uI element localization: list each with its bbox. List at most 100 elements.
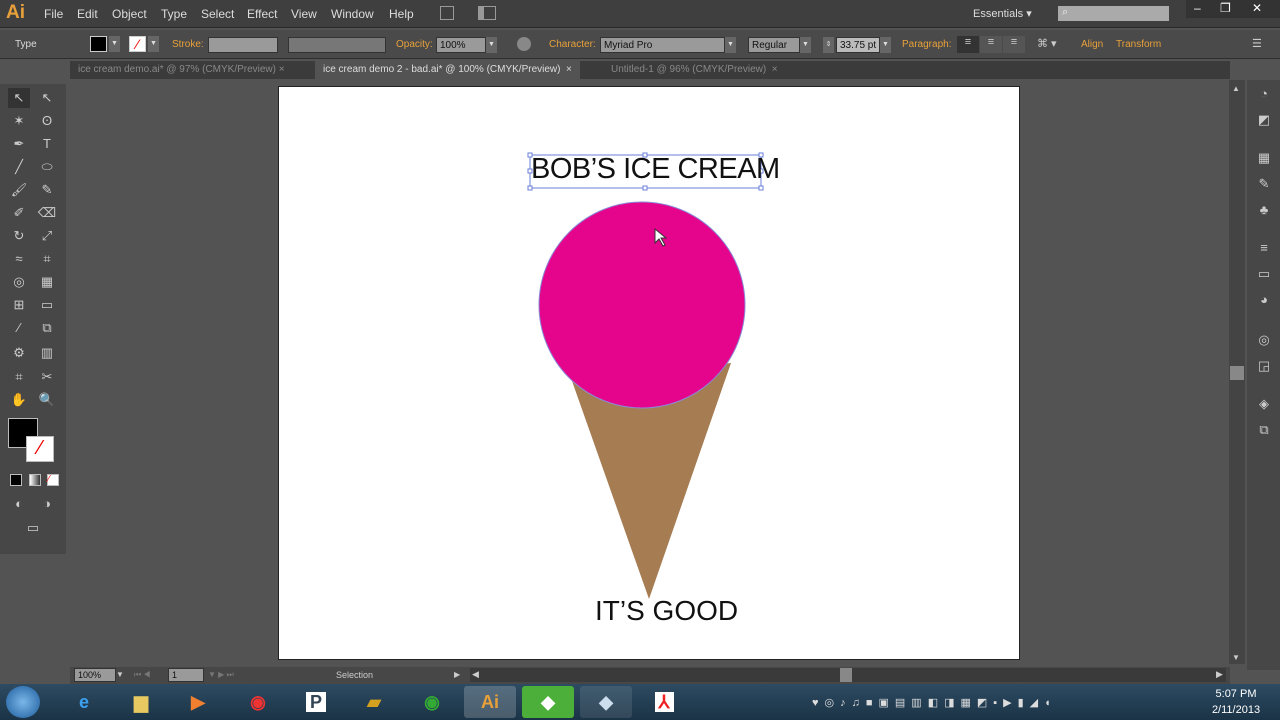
character-label[interactable]: Character: bbox=[549, 39, 596, 50]
line-tool-icon[interactable]: ╱ bbox=[8, 157, 30, 177]
menu-type[interactable]: Type bbox=[161, 7, 187, 21]
tab-ice-cream-demo[interactable]: ice cream demo.ai* @ 97% (CMYK/Preview) … bbox=[70, 61, 293, 79]
font-style-dropdown[interactable]: ▼ bbox=[800, 37, 811, 53]
close-tab-icon[interactable]: × bbox=[279, 64, 285, 75]
opacity-field[interactable]: 100% bbox=[436, 37, 486, 53]
column-graph-tool-icon[interactable]: ▥ bbox=[36, 343, 58, 363]
color-mode-button[interactable] bbox=[10, 474, 22, 486]
pencil-tool-icon[interactable]: ✎ bbox=[36, 180, 58, 200]
zoom-field[interactable]: 100% bbox=[74, 668, 116, 682]
menu-help[interactable]: Help bbox=[389, 7, 414, 21]
type-tool-icon[interactable]: T bbox=[36, 134, 58, 154]
arrange-documents-icon[interactable] bbox=[478, 6, 496, 20]
screen-mode-icon[interactable]: ▭ bbox=[22, 518, 44, 538]
sticky-notes-icon[interactable]: ▰ bbox=[348, 686, 400, 718]
menu-file[interactable]: File bbox=[44, 7, 63, 21]
menu-view[interactable]: View bbox=[291, 7, 317, 21]
scale-tool-icon[interactable]: ⤢ bbox=[36, 226, 58, 246]
menu-edit[interactable]: Edit bbox=[77, 7, 98, 21]
width-tool-icon[interactable]: ≈ bbox=[8, 249, 30, 269]
tagline-text[interactable]: IT’S GOOD bbox=[595, 595, 738, 627]
file-explorer-icon[interactable]: ▆ bbox=[115, 686, 167, 718]
font-family-field[interactable]: Myriad Pro bbox=[600, 37, 725, 53]
scroll-right-arrow[interactable]: ▶ bbox=[1216, 669, 1223, 680]
status-mode[interactable]: Selection bbox=[336, 670, 373, 680]
selection-tool-icon[interactable]: ↖ bbox=[8, 88, 30, 108]
paintbrush-tool-icon[interactable]: 🖌 bbox=[8, 180, 30, 200]
scroll-down-arrow[interactable]: ▼ bbox=[1232, 653, 1240, 662]
pen-tool-icon[interactable]: ✒ bbox=[8, 134, 30, 154]
vertical-scrollbar[interactable]: ▲ ▼ bbox=[1229, 80, 1245, 664]
align-center-button[interactable]: ≡ bbox=[980, 36, 1002, 53]
font-size-field[interactable]: 33.75 pt bbox=[836, 37, 880, 53]
publisher-icon[interactable]: P bbox=[290, 686, 342, 718]
zoom-tool-icon[interactable]: 🔍 bbox=[36, 390, 58, 410]
ellipse-tool-icon[interactable]: ⬭ bbox=[36, 157, 58, 177]
gradient-icon[interactable]: ▭ bbox=[1255, 266, 1273, 282]
menu-effect[interactable]: Effect bbox=[247, 7, 277, 21]
color-guide-icon[interactable]: ◔ bbox=[1255, 86, 1273, 102]
headline-text[interactable]: BOB’S ICE CREAM bbox=[531, 153, 780, 186]
slice-tool-icon[interactable]: ✂ bbox=[36, 367, 58, 387]
transparency-icon[interactable]: ◕ bbox=[1255, 292, 1273, 308]
blob-brush-tool-icon[interactable]: ✐ bbox=[8, 203, 30, 223]
panel-menu-icon[interactable]: ☰ bbox=[1252, 37, 1262, 50]
start-button[interactable] bbox=[6, 686, 40, 718]
magic-wand-tool-icon[interactable]: ✶ bbox=[8, 111, 30, 131]
system-tray-icons[interactable]: ♥◎♪♫■▣▤▥◧◨▦◩▪▶▮◢◖ bbox=[812, 696, 1057, 709]
free-transform-tool-icon[interactable]: ⌗ bbox=[36, 249, 58, 269]
align-link[interactable]: Align bbox=[1081, 39, 1103, 50]
next-artboard-button[interactable]: ▼ ▶ ⏭ bbox=[208, 670, 234, 680]
artboard-tool-icon[interactable]: ⌗ bbox=[8, 367, 30, 387]
layers-icon[interactable]: ◈ bbox=[1255, 396, 1273, 412]
menu-object[interactable]: Object bbox=[112, 7, 147, 21]
tab-untitled-1[interactable]: Untitled-1 @ 96% (CMYK/Preview) × bbox=[603, 61, 786, 79]
horizontal-scroll-thumb[interactable] bbox=[840, 668, 852, 682]
shape-builder-tool-icon[interactable]: ◎ bbox=[8, 272, 30, 292]
workspace-switcher[interactable]: Essentials ▾ bbox=[973, 7, 1032, 20]
artboards-icon[interactable]: ⧉ bbox=[1255, 422, 1273, 438]
eyedropper-tool-icon[interactable]: ⁄ bbox=[8, 318, 30, 338]
gradient-mode-button[interactable] bbox=[29, 474, 41, 486]
bridge-icon[interactable] bbox=[440, 6, 454, 20]
hand-tool-icon[interactable]: ✋ bbox=[8, 390, 30, 410]
stroke-icon[interactable]: ≡ bbox=[1255, 240, 1273, 256]
minimize-button[interactable]: – bbox=[1194, 1, 1201, 15]
search-input[interactable]: ⌕ bbox=[1058, 6, 1169, 21]
restore-button[interactable]: ❐ bbox=[1220, 1, 1231, 15]
font-family-dropdown[interactable]: ▼ bbox=[725, 37, 736, 53]
stroke-label[interactable]: Stroke: bbox=[172, 39, 204, 50]
mesh-tool-icon[interactable]: ⊞ bbox=[8, 295, 30, 315]
menu-select[interactable]: Select bbox=[201, 7, 234, 21]
fill-dropdown[interactable]: ▼ bbox=[109, 36, 120, 52]
ice-cream-scoop[interactable] bbox=[538, 201, 746, 409]
lasso-tool-icon[interactable]: ʘ bbox=[36, 111, 58, 131]
acrobat-icon[interactable]: ⅄ bbox=[638, 686, 690, 718]
rotate-tool-icon[interactable]: ↻ bbox=[8, 226, 30, 246]
close-button[interactable]: ✕ bbox=[1252, 1, 1262, 15]
selection-handle[interactable] bbox=[758, 185, 764, 191]
align-right-button[interactable]: ≡ bbox=[1003, 36, 1025, 53]
selection-handle[interactable] bbox=[527, 185, 533, 191]
scroll-left-arrow[interactable]: ◀ bbox=[472, 669, 479, 680]
align-left-button[interactable]: ≡ bbox=[957, 36, 979, 53]
brushes-icon[interactable]: ✎ bbox=[1255, 176, 1273, 192]
artboard[interactable]: BOB’S ICE CREAM IT’S GOOD bbox=[278, 86, 1020, 660]
opacity-label[interactable]: Opacity: bbox=[396, 39, 433, 50]
close-tab-icon[interactable]: × bbox=[772, 64, 778, 75]
stroke-color-box[interactable]: ⁄ bbox=[26, 436, 54, 462]
direct-selection-tool-icon[interactable]: ↖ bbox=[36, 88, 58, 108]
draw-mode-icon[interactable]: ◐ bbox=[8, 494, 30, 514]
internet-explorer-icon[interactable]: e bbox=[58, 686, 110, 718]
eraser-tool-icon[interactable]: ⌫ bbox=[36, 203, 58, 223]
tab-ice-cream-demo-2[interactable]: ice cream demo 2 - bad.ai* @ 100% (CMYK/… bbox=[315, 61, 580, 79]
graphic-styles-icon[interactable]: ◲ bbox=[1255, 358, 1273, 374]
swatches-icon[interactable]: ▦ bbox=[1255, 150, 1273, 166]
chrome-user-icon[interactable]: ◉ bbox=[406, 686, 458, 718]
font-style-field[interactable]: Regular bbox=[748, 37, 800, 53]
symbols-icon[interactable]: ♣ bbox=[1255, 202, 1273, 218]
symbol-sprayer-tool-icon[interactable]: ⚙ bbox=[8, 343, 30, 363]
font-size-dropdown[interactable]: ▼ bbox=[880, 37, 891, 53]
camtasia-studio-icon[interactable]: ◆ bbox=[580, 686, 632, 718]
camtasia-recorder-icon[interactable]: ◆ bbox=[522, 686, 574, 718]
